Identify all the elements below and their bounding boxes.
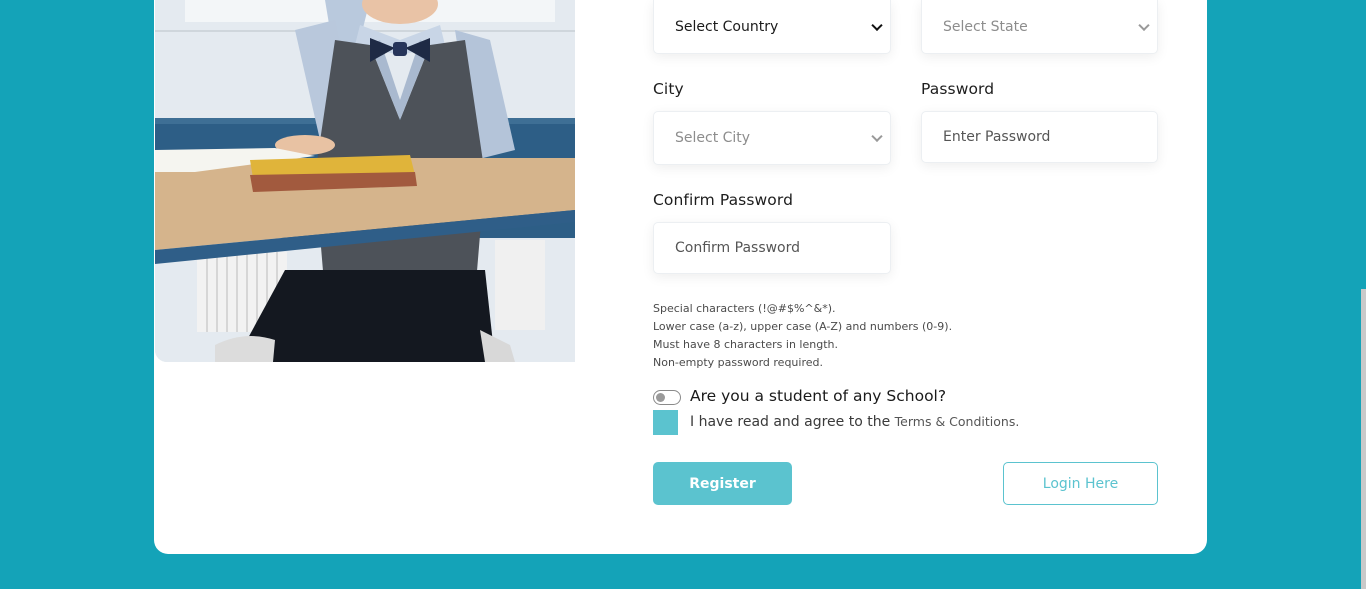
city-select-value: Select City — [675, 130, 751, 146]
page-scrollbar[interactable] — [1361, 289, 1366, 589]
password-rules: Special characters (!@#$%^&*). Lower cas… — [653, 300, 952, 372]
password-rule: Non-empty password required. — [653, 356, 823, 369]
state-select[interactable]: Select State — [921, 0, 1158, 54]
confirm-password-label: Confirm Password — [653, 191, 794, 209]
chevron-down-icon — [871, 130, 883, 143]
password-rule: Lower case (a-z), upper case (A-Z) and n… — [653, 320, 953, 333]
student-photo — [155, 0, 575, 362]
agree-suffix: . — [1015, 414, 1020, 429]
password-input[interactable]: Enter Password — [921, 111, 1158, 163]
agree-label: I have read and agree to the — [690, 414, 891, 430]
confirm-password-placeholder: Confirm Password — [675, 240, 801, 256]
password-rule: Must have 8 characters in length. — [653, 338, 838, 351]
city-select[interactable]: Select City — [653, 111, 891, 165]
country-select[interactable]: Select Country — [653, 0, 891, 54]
student-toggle[interactable] — [653, 390, 681, 405]
password-rule: Special characters (!@#$%^&*). — [653, 302, 836, 315]
agree-text: I have read and agree to the Terms & Con… — [690, 414, 1019, 430]
country-select-value: Select Country — [675, 18, 779, 35]
chevron-down-icon — [1138, 19, 1150, 31]
password-label: Password — [921, 80, 995, 98]
chevron-down-icon — [871, 19, 883, 31]
student-toggle-label: Are you a student of any School? — [690, 387, 947, 405]
login-button[interactable]: Login Here — [1003, 462, 1158, 505]
terms-checkbox[interactable] — [653, 410, 678, 435]
terms-link[interactable]: Terms & Conditions — [895, 414, 1016, 429]
toggle-knob — [656, 393, 665, 402]
register-button[interactable]: Register — [653, 462, 792, 505]
confirm-password-input[interactable]: Confirm Password — [653, 222, 891, 274]
password-placeholder: Enter Password — [943, 129, 1051, 145]
city-label: City — [653, 80, 684, 98]
state-select-value: Select State — [943, 18, 1028, 35]
